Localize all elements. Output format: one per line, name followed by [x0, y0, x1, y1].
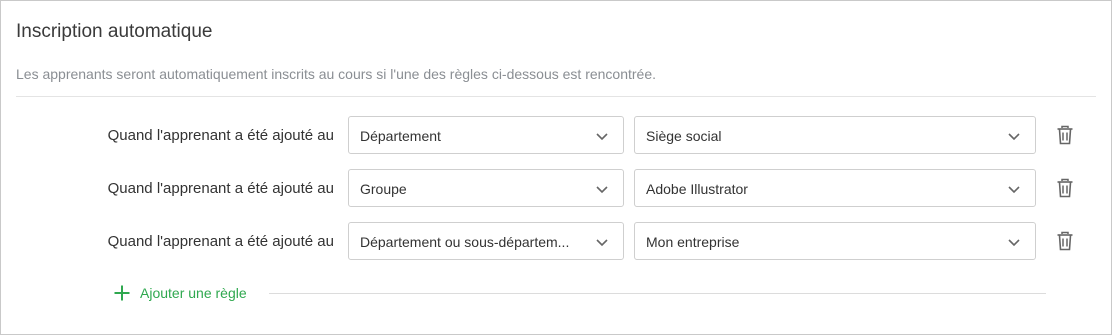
chevron-down-icon [596, 133, 608, 141]
add-rule-button[interactable]: Ajouter une règle [113, 282, 247, 304]
chevron-down-icon [596, 186, 608, 194]
rule-type-value: Département ou sous-départem... [360, 234, 570, 250]
trash-icon[interactable] [1056, 125, 1074, 145]
divider [269, 293, 1046, 294]
rule-label: Quand l'apprenant a été ajouté au [107, 127, 334, 144]
rule-type-select[interactable]: Groupe [348, 169, 624, 207]
chevron-down-icon [1008, 133, 1020, 141]
rule-value-value: Siège social [646, 128, 722, 144]
section-title: Inscription automatique [16, 21, 213, 42]
rule-value-select[interactable]: Mon entreprise [634, 222, 1036, 260]
trash-icon[interactable] [1056, 178, 1074, 198]
chevron-down-icon [1008, 239, 1020, 247]
auto-enrollment-panel: Inscription automatique Les apprenants s… [0, 0, 1112, 335]
rule-value-value: Adobe Illustrator [646, 181, 748, 197]
rule-value-select[interactable]: Siège social [634, 116, 1036, 154]
rule-row: Quand l'apprenant a été ajouté au Départ… [1, 116, 1112, 156]
rule-type-select[interactable]: Département [348, 116, 624, 154]
chevron-down-icon [596, 239, 608, 247]
rule-value-value: Mon entreprise [646, 234, 740, 250]
rule-type-value: Département [360, 128, 441, 144]
trash-icon[interactable] [1056, 231, 1074, 251]
add-rule-label: Ajouter une règle [140, 285, 247, 301]
rule-type-select[interactable]: Département ou sous-départem... [348, 222, 624, 260]
divider [16, 96, 1096, 97]
rule-label: Quand l'apprenant a été ajouté au [107, 233, 334, 250]
rule-value-select[interactable]: Adobe Illustrator [634, 169, 1036, 207]
chevron-down-icon [1008, 186, 1020, 194]
rule-row: Quand l'apprenant a été ajouté au Départ… [1, 222, 1112, 262]
rule-label: Quand l'apprenant a été ajouté au [107, 180, 334, 197]
plus-icon [114, 285, 130, 301]
section-description: Les apprenants seront automatiquement in… [16, 66, 657, 82]
rule-type-value: Groupe [360, 181, 407, 197]
rule-row: Quand l'apprenant a été ajouté au Groupe… [1, 169, 1112, 209]
